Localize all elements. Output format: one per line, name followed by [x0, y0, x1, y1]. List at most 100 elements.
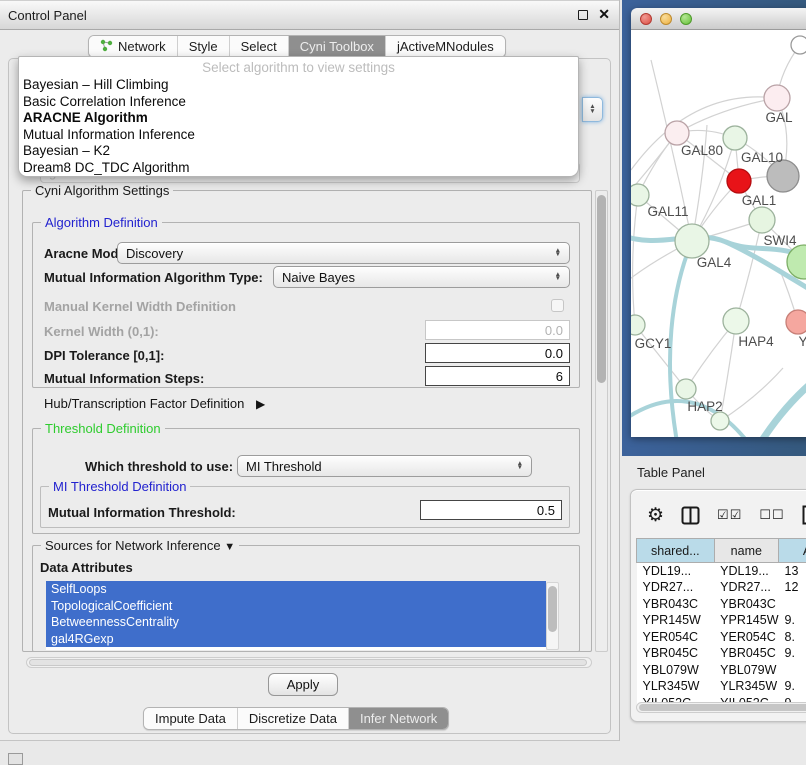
node-label-hap2: HAP2 — [687, 399, 722, 414]
threshold-definition-title: Threshold Definition — [41, 421, 165, 436]
manual-kernel-width-checkbox[interactable] — [551, 299, 564, 312]
network-edge — [736, 220, 762, 321]
network-node-gal11[interactable] — [631, 184, 649, 206]
network-node[interactable] — [791, 36, 806, 54]
network-edge — [677, 98, 777, 133]
attribute-item[interactable]: SelfLoops — [46, 581, 546, 598]
network-node-gal4[interactable] — [675, 224, 709, 258]
algorithm-option[interactable]: Bayesian – Hill Climbing — [19, 77, 578, 94]
network-icon — [100, 39, 113, 55]
mi-algorithm-type-label: Mutual Information Algorithm Type: — [44, 270, 263, 285]
tab-cyni-toolbox[interactable]: Cyni Toolbox — [289, 36, 386, 57]
select-all-icon[interactable]: ☑☑ — [717, 507, 742, 523]
table-toolbar: ⚙ ☑☑ ☐☐ — [631, 496, 806, 534]
attribute-item[interactable]: gal4RGexp — [46, 631, 546, 648]
minimize-traffic-light-icon[interactable] — [660, 13, 672, 25]
algorithm-dropdown-list: Select algorithm to view settings Bayesi… — [18, 56, 579, 177]
network-node-gcy1[interactable] — [631, 315, 645, 335]
control-panel-window: Control Panel ✕ NetworkStyleSelectCyni T… — [0, 0, 620, 741]
node-label-hap4: HAP4 — [738, 334, 774, 349]
data-attributes-label: Data Attributes — [40, 560, 133, 575]
network-node-gal80[interactable] — [665, 121, 689, 145]
algorithm-option[interactable]: Basic Correlation Inference — [19, 94, 578, 111]
algorithm-option[interactable]: Dream8 DC_TDC Algorithm — [19, 160, 578, 177]
aracne-mode-combo[interactable]: Discovery ▲▼ — [117, 242, 570, 264]
zoom-traffic-light-icon[interactable] — [680, 13, 692, 25]
network-node[interactable] — [711, 412, 729, 430]
algorithm-option[interactable]: ARACNE Algorithm — [19, 110, 578, 127]
tab-select[interactable]: Select — [230, 36, 289, 57]
apply-button[interactable]: Apply — [268, 673, 338, 696]
column-header-shared[interactable]: shared... — [637, 539, 715, 563]
network-edge-thick — [749, 360, 806, 437]
network-node-gal10[interactable] — [723, 126, 747, 150]
network-node-hap4[interactable] — [723, 308, 749, 334]
node-label-swi4: SWI4 — [763, 233, 796, 248]
algorithm-option[interactable]: Bayesian – K2 — [19, 143, 578, 160]
network-edge — [720, 368, 783, 421]
tab-jactivemnodules[interactable]: jActiveMNodules — [386, 36, 505, 57]
mi-threshold-field[interactable]: 0.5 — [420, 500, 562, 520]
gear-icon[interactable]: ⚙ — [647, 504, 664, 527]
dpi-tolerance-field[interactable]: 0.0 — [425, 343, 570, 363]
float-window-icon[interactable] — [578, 10, 588, 20]
table-row[interactable]: YPR145WYPR145W9. — [637, 612, 806, 629]
data-attributes-list: SelfLoopsTopologicalCoefficientBetweenne… — [46, 581, 546, 650]
table-horizontal-scrollbar[interactable] — [636, 702, 806, 713]
column-header-name[interactable]: name — [714, 539, 778, 563]
sources-group-title[interactable]: Sources for Network Inference ▼ — [41, 538, 239, 553]
table-row[interactable]: YDL19...YDL19...13 — [637, 563, 806, 580]
tab-network[interactable]: Network — [89, 36, 178, 57]
columns-icon[interactable] — [681, 506, 700, 525]
table-row[interactable]: YER054CYER054C8. — [637, 629, 806, 646]
attribute-item[interactable]: TopologicalCoefficient — [46, 598, 546, 615]
tab-infer-network[interactable]: Infer Network — [349, 708, 448, 729]
table-row[interactable]: YLR345WYLR345W9. — [637, 678, 806, 695]
which-threshold-combo[interactable]: MI Threshold ▲▼ — [237, 455, 532, 477]
mi-threshold-group-title: MI Threshold Definition — [49, 479, 190, 494]
table-row[interactable]: YBR045CYBR045C9. — [637, 645, 806, 662]
chevron-down-icon: ▼ — [224, 541, 235, 553]
network-node-hap2[interactable] — [676, 379, 696, 399]
network-view-panel: GALGAL80GAL10GAL1GAL11GAL4SWI4GCY1HAP4YH… — [622, 0, 806, 456]
mi-steps-field[interactable]: 6 — [425, 366, 570, 386]
network-node-gal[interactable] — [764, 85, 790, 111]
file-icon[interactable] — [802, 505, 806, 525]
close-icon[interactable]: ✕ — [598, 6, 610, 23]
node-label-gcy1: GCY1 — [635, 336, 672, 351]
column-header-A[interactable]: A — [779, 539, 806, 563]
hub-definition-expander[interactable]: Hub/Transcription Factor Definition ▶ — [44, 396, 265, 411]
table-row[interactable]: YBL079WYBL079W — [637, 662, 806, 679]
network-canvas[interactable]: GALGAL80GAL10GAL1GAL11GAL4SWI4GCY1HAP4YH… — [631, 30, 806, 437]
table-row[interactable]: YBR043CYBR043C — [637, 596, 806, 613]
algorithm-option[interactable]: Mutual Information Inference — [19, 127, 578, 144]
network-window-titlebar[interactable] — [631, 8, 806, 30]
algorithm-combo-stepper[interactable]: ▲▼ — [582, 97, 603, 122]
deselect-all-icon[interactable]: ☐☐ — [759, 507, 784, 523]
chevron-right-icon: ▶ — [256, 397, 265, 411]
algorithm-dropdown-placeholder: Select algorithm to view settings — [19, 60, 578, 77]
control-panel-titlebar: Control Panel ✕ — [0, 0, 619, 30]
network-node-gal1[interactable] — [727, 169, 751, 193]
kernel-width-field[interactable]: 0.0 — [425, 320, 570, 340]
attribute-item[interactable]: BetweennessCentrality — [46, 614, 546, 631]
attribute-list-scrollbar[interactable] — [546, 582, 559, 650]
cyni-settings-title: Cyni Algorithm Settings — [31, 183, 173, 198]
tab-discretize-data[interactable]: Discretize Data — [238, 708, 349, 729]
mi-algorithm-type-combo[interactable]: Naive Bayes ▲▼ — [273, 266, 570, 288]
control-panel-tabs: NetworkStyleSelectCyni ToolboxjActiveMNo… — [88, 35, 506, 58]
node-label-y: Y — [798, 334, 806, 349]
tab-impute-data[interactable]: Impute Data — [144, 708, 238, 729]
close-traffic-light-icon[interactable] — [640, 13, 652, 25]
network-node[interactable] — [749, 207, 775, 233]
chevron-updown-icon: ▲▼ — [555, 273, 561, 282]
settings-horizontal-scrollbar[interactable] — [26, 657, 592, 668]
settings-vertical-scrollbar[interactable] — [595, 190, 608, 652]
table-row[interactable]: YDR27...YDR27...12 — [637, 579, 806, 596]
tab-style[interactable]: Style — [178, 36, 230, 57]
network-node-y[interactable] — [786, 310, 806, 334]
mi-threshold-label: Mutual Information Threshold: — [48, 505, 236, 520]
docked-panel-icon[interactable] — [8, 753, 23, 765]
kernel-width-label: Kernel Width (0,1): — [44, 324, 159, 339]
network-edge — [635, 325, 686, 389]
